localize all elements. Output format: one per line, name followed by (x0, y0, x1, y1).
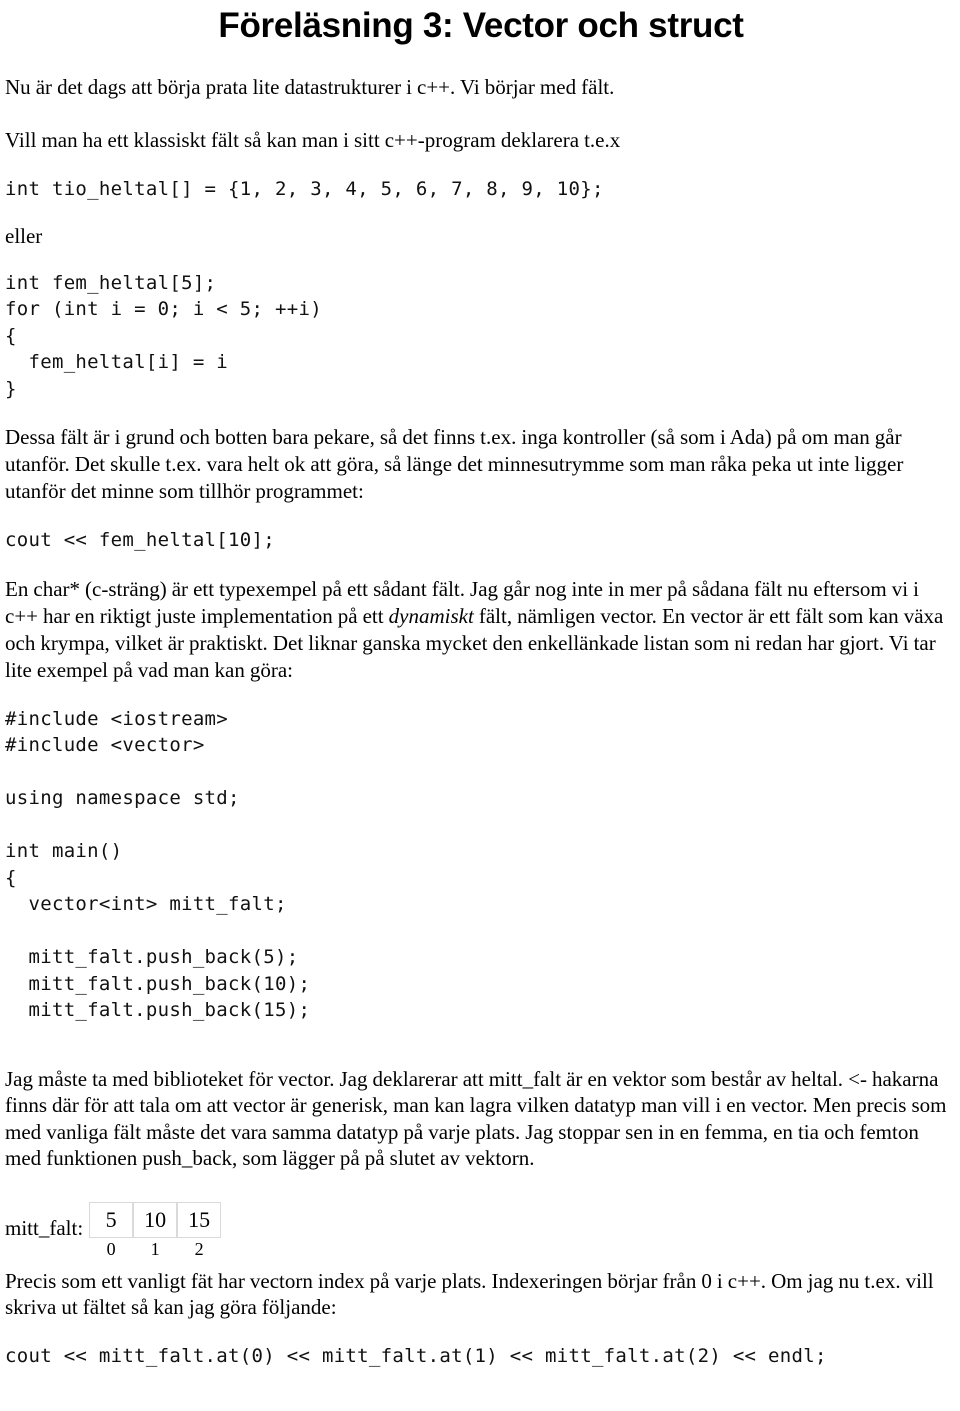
page-title: Föreläsning 3: Vector och struct (218, 6, 744, 45)
array-index: 2 (194, 1238, 204, 1259)
paragraph-bibliotek: Jag måste ta med biblioteket för vector.… (5, 1066, 947, 1171)
paragraph-charstar-emphasis: dynamiskt (388, 603, 474, 628)
code-block-cout-at: cout << mitt_falt.at(0) << mitt_falt.at(… (5, 1344, 827, 1367)
array-index: 0 (106, 1238, 116, 1259)
document-content: Föreläsning 3: Vector och struct Nu är d… (5, 0, 957, 1369)
array-diagram: mitt_falt: 5 10 15 0 1 2 (5, 1201, 957, 1260)
intro-paragraph-1: Nu är det dags att börja prata lite data… (5, 75, 615, 99)
array-cell: 15 (177, 1201, 222, 1238)
array-cell: 5 (89, 1201, 134, 1238)
eller-label: eller (5, 223, 43, 248)
array-diagram-indices: 0 1 2 (89, 1238, 221, 1260)
paragraph-index: Precis som ett vanligt fät har vectorn i… (5, 1268, 934, 1320)
code-block-cout-fem-heltal: cout << fem_heltal[10]; (5, 529, 275, 551)
array-diagram-cells: 5 10 15 (89, 1201, 222, 1238)
code-block-fem-heltal-loop: int fem_heltal[5]; for (int i = 0; i < 5… (5, 271, 322, 400)
paragraph-pointers: Dessa fält är i grund och botten bara pe… (5, 425, 904, 503)
intro-paragraph-2: Vill man ha ett klassiskt fält så kan ma… (5, 128, 621, 152)
code-block-vector-program: #include <iostream> #include <vector> us… (5, 707, 311, 1022)
array-cell: 10 (133, 1201, 178, 1238)
array-index: 1 (150, 1238, 160, 1259)
paragraph-charstar: En char* (c-sträng) är ett typexempel på… (5, 576, 957, 684)
code-block-tio-heltal: int tio_heltal[] = {1, 2, 3, 4, 5, 6, 7,… (5, 178, 604, 200)
array-diagram-label: mitt_falt: (5, 1215, 84, 1240)
array-diagram-body: 5 10 15 0 1 2 (89, 1201, 222, 1260)
document-page: Föreläsning 3: Vector och struct Nu är d… (0, 0, 960, 1411)
